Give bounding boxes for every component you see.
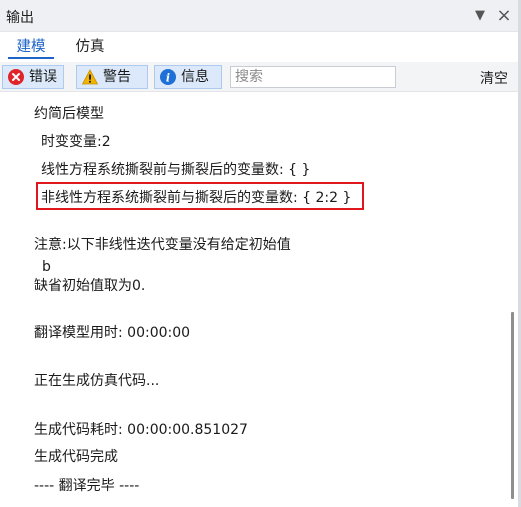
log-line: 生成代码完成: [34, 449, 118, 465]
log-line: 约简后模型: [34, 106, 104, 122]
log-line: 注意:以下非线性迭代变量没有给定初始值: [34, 237, 291, 253]
warning-filter-button[interactable]: 警告: [76, 65, 148, 89]
log-line: 线性方程系统撕裂前与撕裂后的变量数: { }: [41, 162, 311, 178]
search-input[interactable]: [230, 66, 396, 88]
log-line: 正在生成仿真代码...: [34, 373, 160, 389]
log-line: 缺省初始值取为0.: [34, 278, 146, 294]
log-line: 时变变量:2: [41, 134, 111, 150]
scrollbar-thumb[interactable]: [511, 312, 514, 499]
log-line: 翻译模型用时: 00:00:00: [34, 325, 191, 341]
output-log: 约简后模型 时变变量:2 线性方程系统撕裂前与撕裂后的变量数: { } 非线性方…: [0, 93, 511, 507]
tab-bar: 建模 仿真: [0, 32, 521, 62]
chevron-down-icon[interactable]: ▼: [470, 6, 490, 26]
log-line: b: [42, 259, 51, 275]
log-line: 生成代码耗时: 00:00:00.851027: [34, 422, 248, 438]
log-line: ---- 翻译完毕 ----: [34, 478, 140, 494]
svg-text:i: i: [166, 72, 170, 85]
info-filter-label: 信息: [181, 69, 209, 85]
log-line-highlighted: 非线性方程系统撕裂前与撕裂后的变量数: { 2:2 }: [41, 190, 352, 206]
warning-filter-label: 警告: [103, 69, 131, 85]
error-icon: [8, 69, 24, 85]
info-icon: i: [160, 69, 176, 85]
warning-icon: [82, 69, 98, 85]
panel-title: 输出: [6, 10, 34, 26]
error-filter-button[interactable]: 错误: [2, 65, 64, 89]
tab-simulation[interactable]: 仿真: [70, 37, 110, 59]
clear-button[interactable]: 清空: [480, 68, 508, 88]
close-icon[interactable]: ×: [494, 6, 514, 26]
tab-modeling[interactable]: 建模: [8, 37, 54, 59]
error-filter-label: 错误: [29, 69, 57, 85]
info-filter-button[interactable]: i 信息: [154, 65, 222, 89]
output-toolbar: 错误 警告 i 信息 清空: [0, 62, 521, 92]
panel-titlebar: 输出 ▼ ×: [0, 0, 521, 32]
